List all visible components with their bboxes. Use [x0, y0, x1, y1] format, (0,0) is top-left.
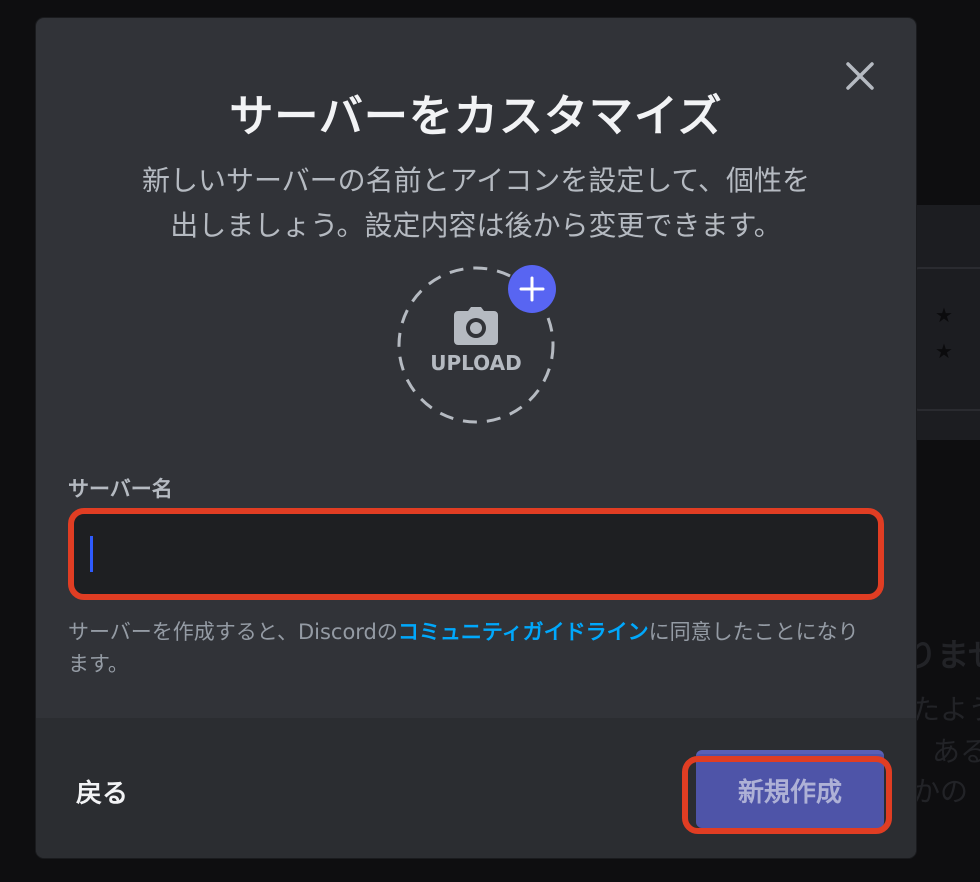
modal-footer: 戻る 新規作成: [36, 718, 916, 858]
star-icon: ★: [935, 339, 953, 363]
background-text: ある: [932, 735, 980, 768]
server-name-input[interactable]: [74, 514, 878, 594]
star-icon: ★: [935, 303, 953, 327]
background-card: ★ ★: [913, 267, 980, 411]
server-name-label: サーバー名: [68, 477, 173, 501]
background-text: たよう: [912, 693, 980, 726]
background-text: りませ: [905, 636, 980, 674]
server-name-field-highlight: [68, 508, 884, 600]
community-guidelines-link[interactable]: コミュニティガイドライン: [398, 620, 649, 644]
icon-upload[interactable]: UPLOAD: [396, 265, 556, 425]
modal-title: サーバーをカスタマイズ: [229, 91, 723, 142]
customize-server-modal: サーバーをカスタマイズ 新しいサーバーの名前とアイコンを設定して、個性を 出しま…: [36, 18, 916, 858]
camera-icon: [454, 307, 498, 345]
upload-label: UPLOAD: [430, 351, 522, 375]
modal-subtitle: 新しいサーバーの名前とアイコンを設定して、個性を 出しましょう。設定内容は後から…: [76, 158, 876, 248]
subtitle-line: 出しましょう。設定内容は後から変更できます。: [170, 209, 782, 242]
plus-icon[interactable]: [508, 265, 556, 313]
terms-prefix: サーバーを作成すると、Discordの: [68, 620, 398, 644]
create-button-highlight: [682, 756, 892, 834]
text-caret: [90, 536, 93, 572]
subtitle-line: 新しいサーバーの名前とアイコンを設定して、個性を: [141, 164, 811, 197]
terms-notice: サーバーを作成すると、Discordのコミュニティガイドラインに同意したことにな…: [68, 616, 868, 680]
background-panel: ★ ★: [905, 205, 980, 440]
background-text: かの: [912, 775, 969, 808]
back-button[interactable]: 戻る: [76, 773, 128, 810]
